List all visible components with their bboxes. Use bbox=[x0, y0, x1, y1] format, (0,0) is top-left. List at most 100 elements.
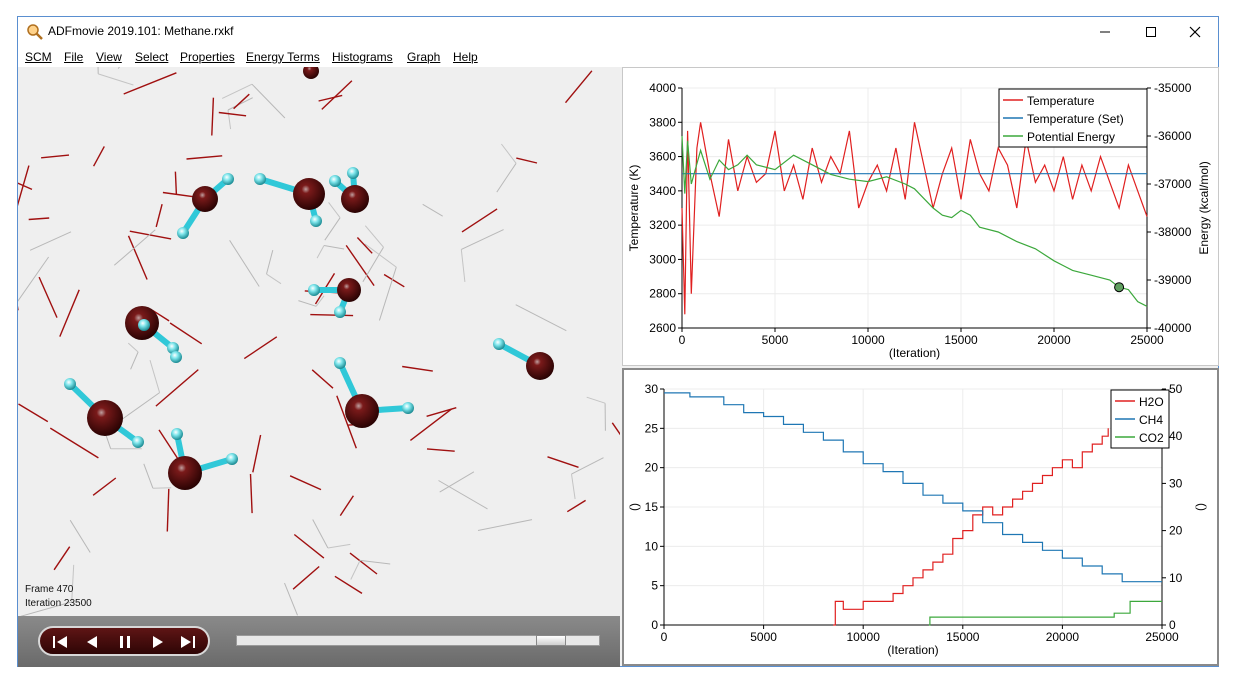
menu-histograms[interactable]: Histograms bbox=[332, 50, 393, 64]
wireframe-bond bbox=[460, 249, 466, 282]
y-tick-label: 15 bbox=[645, 500, 659, 514]
wireframe-bond bbox=[18, 256, 50, 302]
step-back-icon[interactable] bbox=[82, 633, 104, 651]
y-tick-label: 3000 bbox=[649, 252, 676, 266]
pause-icon[interactable] bbox=[114, 633, 136, 651]
background-wireframe-molecules bbox=[18, 67, 620, 616]
wireframe-bond bbox=[339, 495, 354, 516]
wireframe-bond bbox=[98, 73, 134, 86]
wireframe-bond bbox=[251, 83, 286, 119]
oxygen-atom bbox=[337, 278, 361, 302]
maximize-icon bbox=[1146, 27, 1156, 37]
molecule-scene[interactable] bbox=[18, 67, 620, 616]
y-tick-label: 3800 bbox=[649, 115, 676, 129]
water-molecule bbox=[308, 278, 361, 318]
wireframe-bond bbox=[323, 245, 345, 250]
y2-tick-label: 0 bbox=[1169, 618, 1176, 632]
wireframe-bond bbox=[311, 369, 334, 389]
window-title: ADFmovie 2019.101: Methane.rxkf bbox=[48, 24, 234, 38]
menu-energy-terms[interactable]: Energy Terms bbox=[246, 50, 320, 64]
water-molecule bbox=[303, 67, 319, 79]
step-forward-icon[interactable] bbox=[146, 633, 168, 651]
x-tick-label: 20000 bbox=[1046, 630, 1080, 644]
wireframe-bond bbox=[547, 456, 579, 468]
menu-view[interactable]: View bbox=[96, 50, 122, 64]
menu-help[interactable]: Help bbox=[453, 50, 478, 64]
legend: H2O CH4 CO2 bbox=[1110, 389, 1170, 449]
menu-file[interactable]: File bbox=[64, 50, 83, 64]
wireframe-bond bbox=[130, 351, 139, 370]
hydrogen-atom bbox=[334, 357, 346, 369]
wireframe-bond bbox=[143, 463, 154, 489]
x-axis-label: (Iteration) bbox=[887, 643, 938, 657]
wireframe-bond bbox=[426, 448, 455, 452]
frame-slider[interactable] bbox=[236, 635, 600, 646]
y2-axis-label: () bbox=[1193, 503, 1207, 511]
app-window: ADFmovie 2019.101: Methane.rxkf SCM File… bbox=[17, 16, 1219, 667]
water-molecule bbox=[64, 378, 144, 448]
x-tick-label: 5000 bbox=[750, 630, 777, 644]
legend-label: Temperature (Set) bbox=[1027, 112, 1124, 126]
y-tick-label: 3400 bbox=[649, 184, 676, 198]
playback-controls bbox=[38, 626, 210, 656]
series-line-temperature bbox=[681, 122, 1148, 315]
y-tick-label: 10 bbox=[645, 539, 659, 553]
y2-tick-label: -40000 bbox=[1154, 321, 1192, 335]
oxygen-atom bbox=[192, 186, 218, 212]
legend-label: CO2 bbox=[1139, 431, 1164, 445]
wireframe-bond bbox=[501, 143, 517, 164]
wireframe-bond bbox=[266, 249, 274, 275]
wireframe-bond bbox=[310, 313, 354, 317]
wireframe-bond bbox=[166, 488, 170, 532]
wireframe-bond bbox=[364, 225, 384, 248]
hydrogen-atom bbox=[254, 173, 266, 185]
menu-properties[interactable]: Properties bbox=[180, 50, 235, 64]
hydrogen-atom bbox=[308, 284, 320, 296]
wireframe-bond bbox=[328, 202, 341, 219]
title-bar[interactable]: ADFmovie 2019.101: Methane.rxkf bbox=[18, 17, 1218, 47]
wireframe-bond bbox=[402, 365, 433, 372]
menu-select[interactable]: Select bbox=[135, 50, 168, 64]
water-molecule bbox=[254, 173, 325, 227]
oxygen-atom bbox=[168, 456, 202, 490]
x-tick-label: 15000 bbox=[944, 333, 978, 347]
wireframe-bond bbox=[362, 246, 384, 282]
oxygen-atom bbox=[526, 352, 554, 380]
molecule-viewport[interactable]: Frame 470 Iteration 23500 bbox=[18, 67, 620, 667]
wireframe-bond bbox=[211, 97, 215, 136]
menu-scm[interactable]: SCM bbox=[25, 50, 52, 64]
wireframe-bond bbox=[266, 273, 282, 285]
oxygen-atom bbox=[345, 394, 379, 428]
wireframe-bond bbox=[28, 217, 50, 221]
x-tick-label: 5000 bbox=[762, 333, 789, 347]
water-molecule bbox=[329, 167, 369, 213]
molecule-count-chart[interactable]: 0 5000 10000 15000 20000 25000 0 5 10 15 20 25 30 0 10… bbox=[622, 368, 1219, 666]
skip-to-end-icon[interactable] bbox=[176, 633, 198, 651]
wireframe-bond bbox=[92, 477, 117, 496]
highlighted-molecules[interactable] bbox=[64, 67, 554, 490]
menu-bar: SCM File View Select Properties Energy T… bbox=[18, 47, 1218, 67]
close-button[interactable] bbox=[1172, 17, 1218, 47]
minimize-button[interactable] bbox=[1082, 17, 1128, 47]
y2-tick-label: 10 bbox=[1169, 571, 1183, 585]
y2-tick-label: 40 bbox=[1169, 429, 1183, 443]
wireframe-bond bbox=[293, 533, 325, 559]
wireframe-bond bbox=[356, 237, 373, 254]
wireframe-bond bbox=[566, 499, 586, 513]
skip-to-start-icon[interactable] bbox=[50, 633, 72, 651]
maximize-button[interactable] bbox=[1128, 17, 1174, 47]
grid bbox=[663, 388, 1163, 626]
menu-graph[interactable]: Graph bbox=[407, 50, 440, 64]
frame-slider-thumb[interactable] bbox=[536, 635, 566, 646]
x-axis-label: (Iteration) bbox=[889, 346, 940, 360]
temperature-energy-plot: 0 5000 10000 15000 20000 25000 2600 2800 3000 320… bbox=[627, 81, 1211, 360]
wireframe-bond bbox=[174, 171, 178, 195]
wireframe-bond bbox=[41, 154, 70, 159]
y-tick-label: 30 bbox=[645, 382, 659, 396]
series-line-h2o bbox=[833, 428, 1109, 626]
wireframe-bond bbox=[515, 304, 567, 332]
hydrogen-atom bbox=[310, 215, 322, 227]
temperature-energy-chart[interactable]: 0 5000 10000 15000 20000 25000 2600 2800 3000 320… bbox=[622, 67, 1219, 366]
wireframe-bond bbox=[218, 111, 247, 117]
oxygen-atom bbox=[303, 67, 319, 79]
